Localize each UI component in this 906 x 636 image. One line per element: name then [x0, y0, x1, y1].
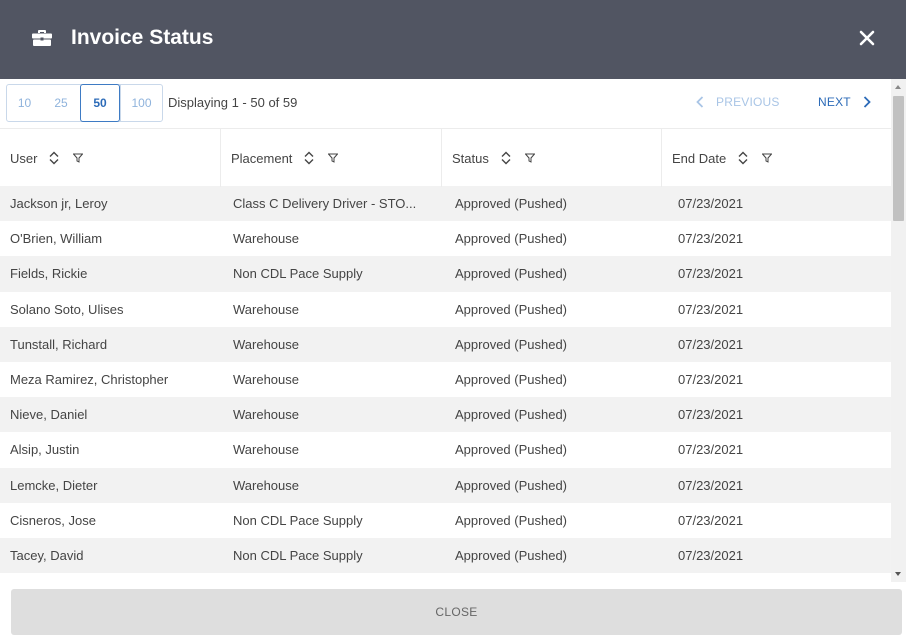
- cell-end-date: 07/23/2021: [678, 407, 744, 423]
- close-button[interactable]: CLOSE: [11, 589, 902, 635]
- column-header-end-date: End Date: [662, 129, 891, 187]
- cell-placement: Warehouse: [233, 301, 299, 317]
- table-row[interactable]: Tunstall, Richard Warehouse Approved (Pu…: [0, 326, 891, 362]
- cell-status: Approved (Pushed): [455, 336, 568, 352]
- chevron-right-icon: [863, 96, 871, 108]
- previous-label: PREVIOUS: [716, 95, 780, 109]
- table-row[interactable]: Nieve, Daniel Warehouse Approved (Pushed…: [0, 397, 891, 433]
- cell-end-date: 07/23/2021: [678, 231, 744, 247]
- cell-placement: Warehouse: [233, 442, 299, 458]
- cell-end-date: 07/23/2021: [678, 196, 744, 212]
- cell-placement: Class C Delivery Driver - STO...: [233, 196, 417, 212]
- cell-end-date: 07/23/2021: [678, 442, 744, 458]
- invoice-table: User Placement Status End Date Jackson j…: [0, 128, 891, 574]
- vertical-scrollbar[interactable]: [891, 79, 906, 582]
- cell-end-date: 07/23/2021: [678, 477, 744, 493]
- cell-placement: Warehouse: [233, 407, 299, 423]
- table-row[interactable]: Fields, Rickie Non CDL Pace Supply Appro…: [0, 256, 891, 292]
- dialog-header: Invoice Status: [0, 0, 906, 79]
- cell-placement: Warehouse: [233, 231, 299, 247]
- cell-end-date: 07/23/2021: [678, 512, 744, 528]
- page-size-100[interactable]: 100: [120, 85, 162, 121]
- cell-placement: Warehouse: [233, 336, 299, 352]
- column-header-user: User: [0, 129, 221, 187]
- cell-user: Nieve, Daniel: [10, 407, 88, 423]
- table-row[interactable]: Lemcke, Dieter Warehouse Approved (Pushe…: [0, 467, 891, 503]
- cell-status: Approved (Pushed): [455, 477, 568, 493]
- cell-placement: Warehouse: [233, 477, 299, 493]
- table-row[interactable]: Tacey, David Non CDL Pace Supply Approve…: [0, 537, 891, 574]
- column-header-status: Status: [442, 129, 662, 187]
- cell-status: Approved (Pushed): [455, 372, 568, 388]
- table-header: User Placement Status End Date: [0, 128, 891, 187]
- cell-user: Tacey, David: [10, 547, 84, 563]
- dialog-title: Invoice Status: [71, 26, 214, 49]
- sort-icon[interactable]: [501, 151, 511, 165]
- cell-status: Approved (Pushed): [455, 196, 568, 212]
- cell-status: Approved (Pushed): [455, 442, 568, 458]
- close-icon[interactable]: [856, 27, 878, 49]
- cell-user: Solano Soto, Ulises: [10, 301, 124, 317]
- cell-status: Approved (Pushed): [455, 407, 568, 423]
- cell-placement: Non CDL Pace Supply: [233, 266, 363, 282]
- table-row[interactable]: Cisneros, Jose Non CDL Pace Supply Appro…: [0, 502, 891, 538]
- cell-end-date: 07/23/2021: [678, 266, 744, 282]
- cell-user: Alsip, Justin: [10, 442, 80, 458]
- cell-user: Lemcke, Dieter: [10, 477, 98, 493]
- table-row[interactable]: Jackson jr, Leroy Class C Delivery Drive…: [0, 186, 891, 222]
- cell-status: Approved (Pushed): [455, 266, 568, 282]
- next-button[interactable]: NEXT: [818, 95, 871, 109]
- filter-icon[interactable]: [328, 153, 339, 163]
- cell-placement: Warehouse: [233, 372, 299, 388]
- page-size-10[interactable]: 10: [7, 85, 42, 121]
- cell-end-date: 07/23/2021: [678, 372, 744, 388]
- cell-user: Tunstall, Richard: [10, 336, 108, 352]
- cell-end-date: 07/23/2021: [678, 547, 744, 563]
- cell-status: Approved (Pushed): [455, 512, 568, 528]
- column-label: Placement: [231, 150, 293, 166]
- sort-icon[interactable]: [738, 151, 748, 165]
- table-row[interactable]: O'Brien, William Warehouse Approved (Pus…: [0, 221, 891, 257]
- cell-end-date: 07/23/2021: [678, 301, 744, 317]
- table-row[interactable]: Meza Ramirez, Christopher Warehouse Appr…: [0, 361, 891, 398]
- cell-placement: Non CDL Pace Supply: [233, 547, 363, 563]
- column-header-placement: Placement: [221, 129, 442, 187]
- column-label: Status: [452, 150, 489, 166]
- scrollbar-thumb[interactable]: [893, 96, 904, 221]
- scroll-down-arrow-icon[interactable]: [895, 572, 901, 576]
- page-size-50[interactable]: 50: [80, 84, 120, 122]
- column-label: User: [10, 150, 38, 166]
- page-size-selector: 10 25 50 100: [6, 84, 163, 122]
- cell-user: Meza Ramirez, Christopher: [10, 372, 169, 388]
- cell-user: Cisneros, Jose: [10, 512, 96, 528]
- cell-placement: Non CDL Pace Supply: [233, 512, 363, 528]
- table-row[interactable]: Solano Soto, Ulises Warehouse Approved (…: [0, 291, 891, 327]
- column-label: End Date: [672, 150, 727, 166]
- sort-icon[interactable]: [304, 151, 314, 165]
- cell-user: Jackson jr, Leroy: [10, 196, 108, 212]
- table-row[interactable]: Alsip, Justin Warehouse Approved (Pushed…: [0, 432, 891, 468]
- record-count: Displaying 1 - 50 of 59: [168, 95, 298, 110]
- filter-icon[interactable]: [73, 153, 84, 163]
- cell-status: Approved (Pushed): [455, 301, 568, 317]
- previous-button[interactable]: PREVIOUS: [696, 95, 780, 109]
- page-size-25[interactable]: 25: [42, 85, 80, 121]
- filter-icon[interactable]: [524, 153, 535, 163]
- scroll-up-arrow-icon[interactable]: [895, 85, 901, 89]
- next-label: NEXT: [818, 95, 851, 109]
- cell-status: Approved (Pushed): [455, 547, 568, 563]
- sort-icon[interactable]: [49, 151, 59, 165]
- briefcase-icon: [32, 30, 52, 46]
- cell-end-date: 07/23/2021: [678, 336, 744, 352]
- filter-icon[interactable]: [762, 153, 773, 163]
- chevron-left-icon: [696, 96, 704, 108]
- cell-status: Approved (Pushed): [455, 231, 568, 247]
- cell-user: Fields, Rickie: [10, 266, 88, 282]
- cell-user: O'Brien, William: [10, 231, 103, 247]
- table-body: Jackson jr, Leroy Class C Delivery Drive…: [0, 186, 891, 574]
